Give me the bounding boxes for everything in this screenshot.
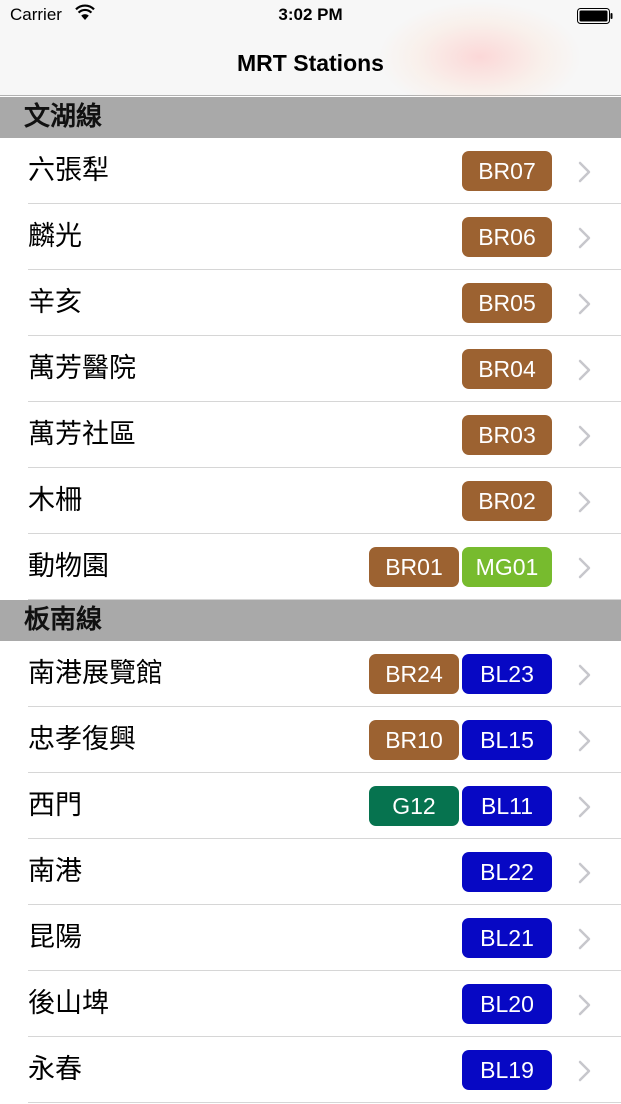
chevron-right-icon xyxy=(578,359,591,381)
station-list[interactable]: 文湖線六張犁 BR07 麟光 BR06 辛亥 BR05 萬芳醫院 BR04 萬芳社區 BR03 木柵… xyxy=(0,97,621,1103)
chevron-right-icon xyxy=(578,730,591,752)
chevron-right-icon xyxy=(578,664,591,686)
station-code-badges: BR03 xyxy=(462,415,552,455)
station-name: 南港 xyxy=(28,856,82,887)
station-code-badge: BL23 xyxy=(462,654,552,694)
station-code-badge: BL21 xyxy=(462,918,552,958)
station-name: 木柵 xyxy=(28,485,82,516)
station-name: 昆陽 xyxy=(28,922,82,953)
station-code-badges: BL22 xyxy=(462,852,552,892)
station-code-badge: BR04 xyxy=(462,349,552,389)
station-code-badge: BR06 xyxy=(462,217,552,257)
section-header: 板南線 xyxy=(0,600,621,641)
chevron-right-icon xyxy=(578,227,591,249)
station-code-badge: BL11 xyxy=(462,786,552,826)
station-code-badge: BR07 xyxy=(462,151,552,191)
station-name: 忠孝復興 xyxy=(28,724,136,755)
station-row[interactable]: 木柵 BR02 xyxy=(0,468,621,534)
station-row[interactable]: 西門 G12 BL11 xyxy=(0,773,621,839)
chevron-right-icon xyxy=(578,862,591,884)
chevron-right-icon xyxy=(578,491,591,513)
station-code-badges: BR04 xyxy=(462,349,552,389)
station-code-badges: BR07 xyxy=(462,151,552,191)
station-code-badge: MG01 xyxy=(462,547,552,587)
station-code-badges: BR01 MG01 xyxy=(369,547,552,587)
station-code-badges: BR05 xyxy=(462,283,552,323)
chevron-right-icon xyxy=(578,1060,591,1082)
station-code-badge: BR10 xyxy=(369,720,459,760)
station-code-badge: G12 xyxy=(369,786,459,826)
station-code-badges: BR24 BL23 xyxy=(369,654,552,694)
station-code-badges: BL19 xyxy=(462,1050,552,1090)
chevron-right-icon xyxy=(578,928,591,950)
station-code-badges: BR06 xyxy=(462,217,552,257)
station-code-badge: BR03 xyxy=(462,415,552,455)
station-name: 麟光 xyxy=(28,221,82,252)
station-row[interactable]: 永春 BL19 xyxy=(0,1037,621,1103)
battery-icon xyxy=(577,8,613,24)
station-name: 辛亥 xyxy=(28,287,82,318)
station-code-badge: BL19 xyxy=(462,1050,552,1090)
station-row[interactable]: 南港展覽館 BR24 BL23 xyxy=(0,641,621,707)
chevron-right-icon xyxy=(578,557,591,579)
station-code-badges: G12 BL11 xyxy=(369,786,552,826)
station-code-badge: BL15 xyxy=(462,720,552,760)
station-code-badges: BL20 xyxy=(462,984,552,1024)
section-header: 文湖線 xyxy=(0,97,621,138)
station-row[interactable]: 萬芳社區 BR03 xyxy=(0,402,621,468)
station-name: 六張犁 xyxy=(28,155,109,186)
station-name: 萬芳社區 xyxy=(28,419,136,450)
station-name: 永春 xyxy=(28,1054,82,1085)
station-code-badges: BL21 xyxy=(462,918,552,958)
station-row[interactable]: 辛亥 BR05 xyxy=(0,270,621,336)
navigation-bar: MRT Stations xyxy=(0,2,621,112)
chevron-right-icon xyxy=(578,293,591,315)
station-row[interactable]: 動物園 BR01 MG01 xyxy=(0,534,621,600)
station-row[interactable]: 萬芳醫院 BR04 xyxy=(0,336,621,402)
nav-title: MRT Stations xyxy=(237,50,384,76)
station-row[interactable]: 後山埤 BL20 xyxy=(0,971,621,1037)
chevron-right-icon xyxy=(578,425,591,447)
station-name: 南港展覽館 xyxy=(28,658,163,689)
station-row[interactable]: 昆陽 BL21 xyxy=(0,905,621,971)
station-code-badge: BL20 xyxy=(462,984,552,1024)
station-row[interactable]: 麟光 BR06 xyxy=(0,204,621,270)
station-name: 萬芳醫院 xyxy=(28,353,136,384)
chevron-right-icon xyxy=(578,994,591,1016)
station-row[interactable]: 六張犁 BR07 xyxy=(0,138,621,204)
station-code-badges: BR10 BL15 xyxy=(369,720,552,760)
chevron-right-icon xyxy=(578,796,591,818)
station-code-badge: BR02 xyxy=(462,481,552,521)
station-code-badge: BR05 xyxy=(462,283,552,323)
chevron-right-icon xyxy=(578,161,591,183)
station-name: 西門 xyxy=(28,790,82,821)
station-name: 後山埤 xyxy=(28,988,109,1019)
station-code-badge: BL22 xyxy=(462,852,552,892)
station-code-badge: BR24 xyxy=(369,654,459,694)
station-row[interactable]: 南港 BL22 xyxy=(0,839,621,905)
station-name: 動物園 xyxy=(28,551,109,582)
station-code-badges: BR02 xyxy=(462,481,552,521)
station-row[interactable]: 忠孝復興 BR10 BL15 xyxy=(0,707,621,773)
station-code-badge: BR01 xyxy=(369,547,459,587)
